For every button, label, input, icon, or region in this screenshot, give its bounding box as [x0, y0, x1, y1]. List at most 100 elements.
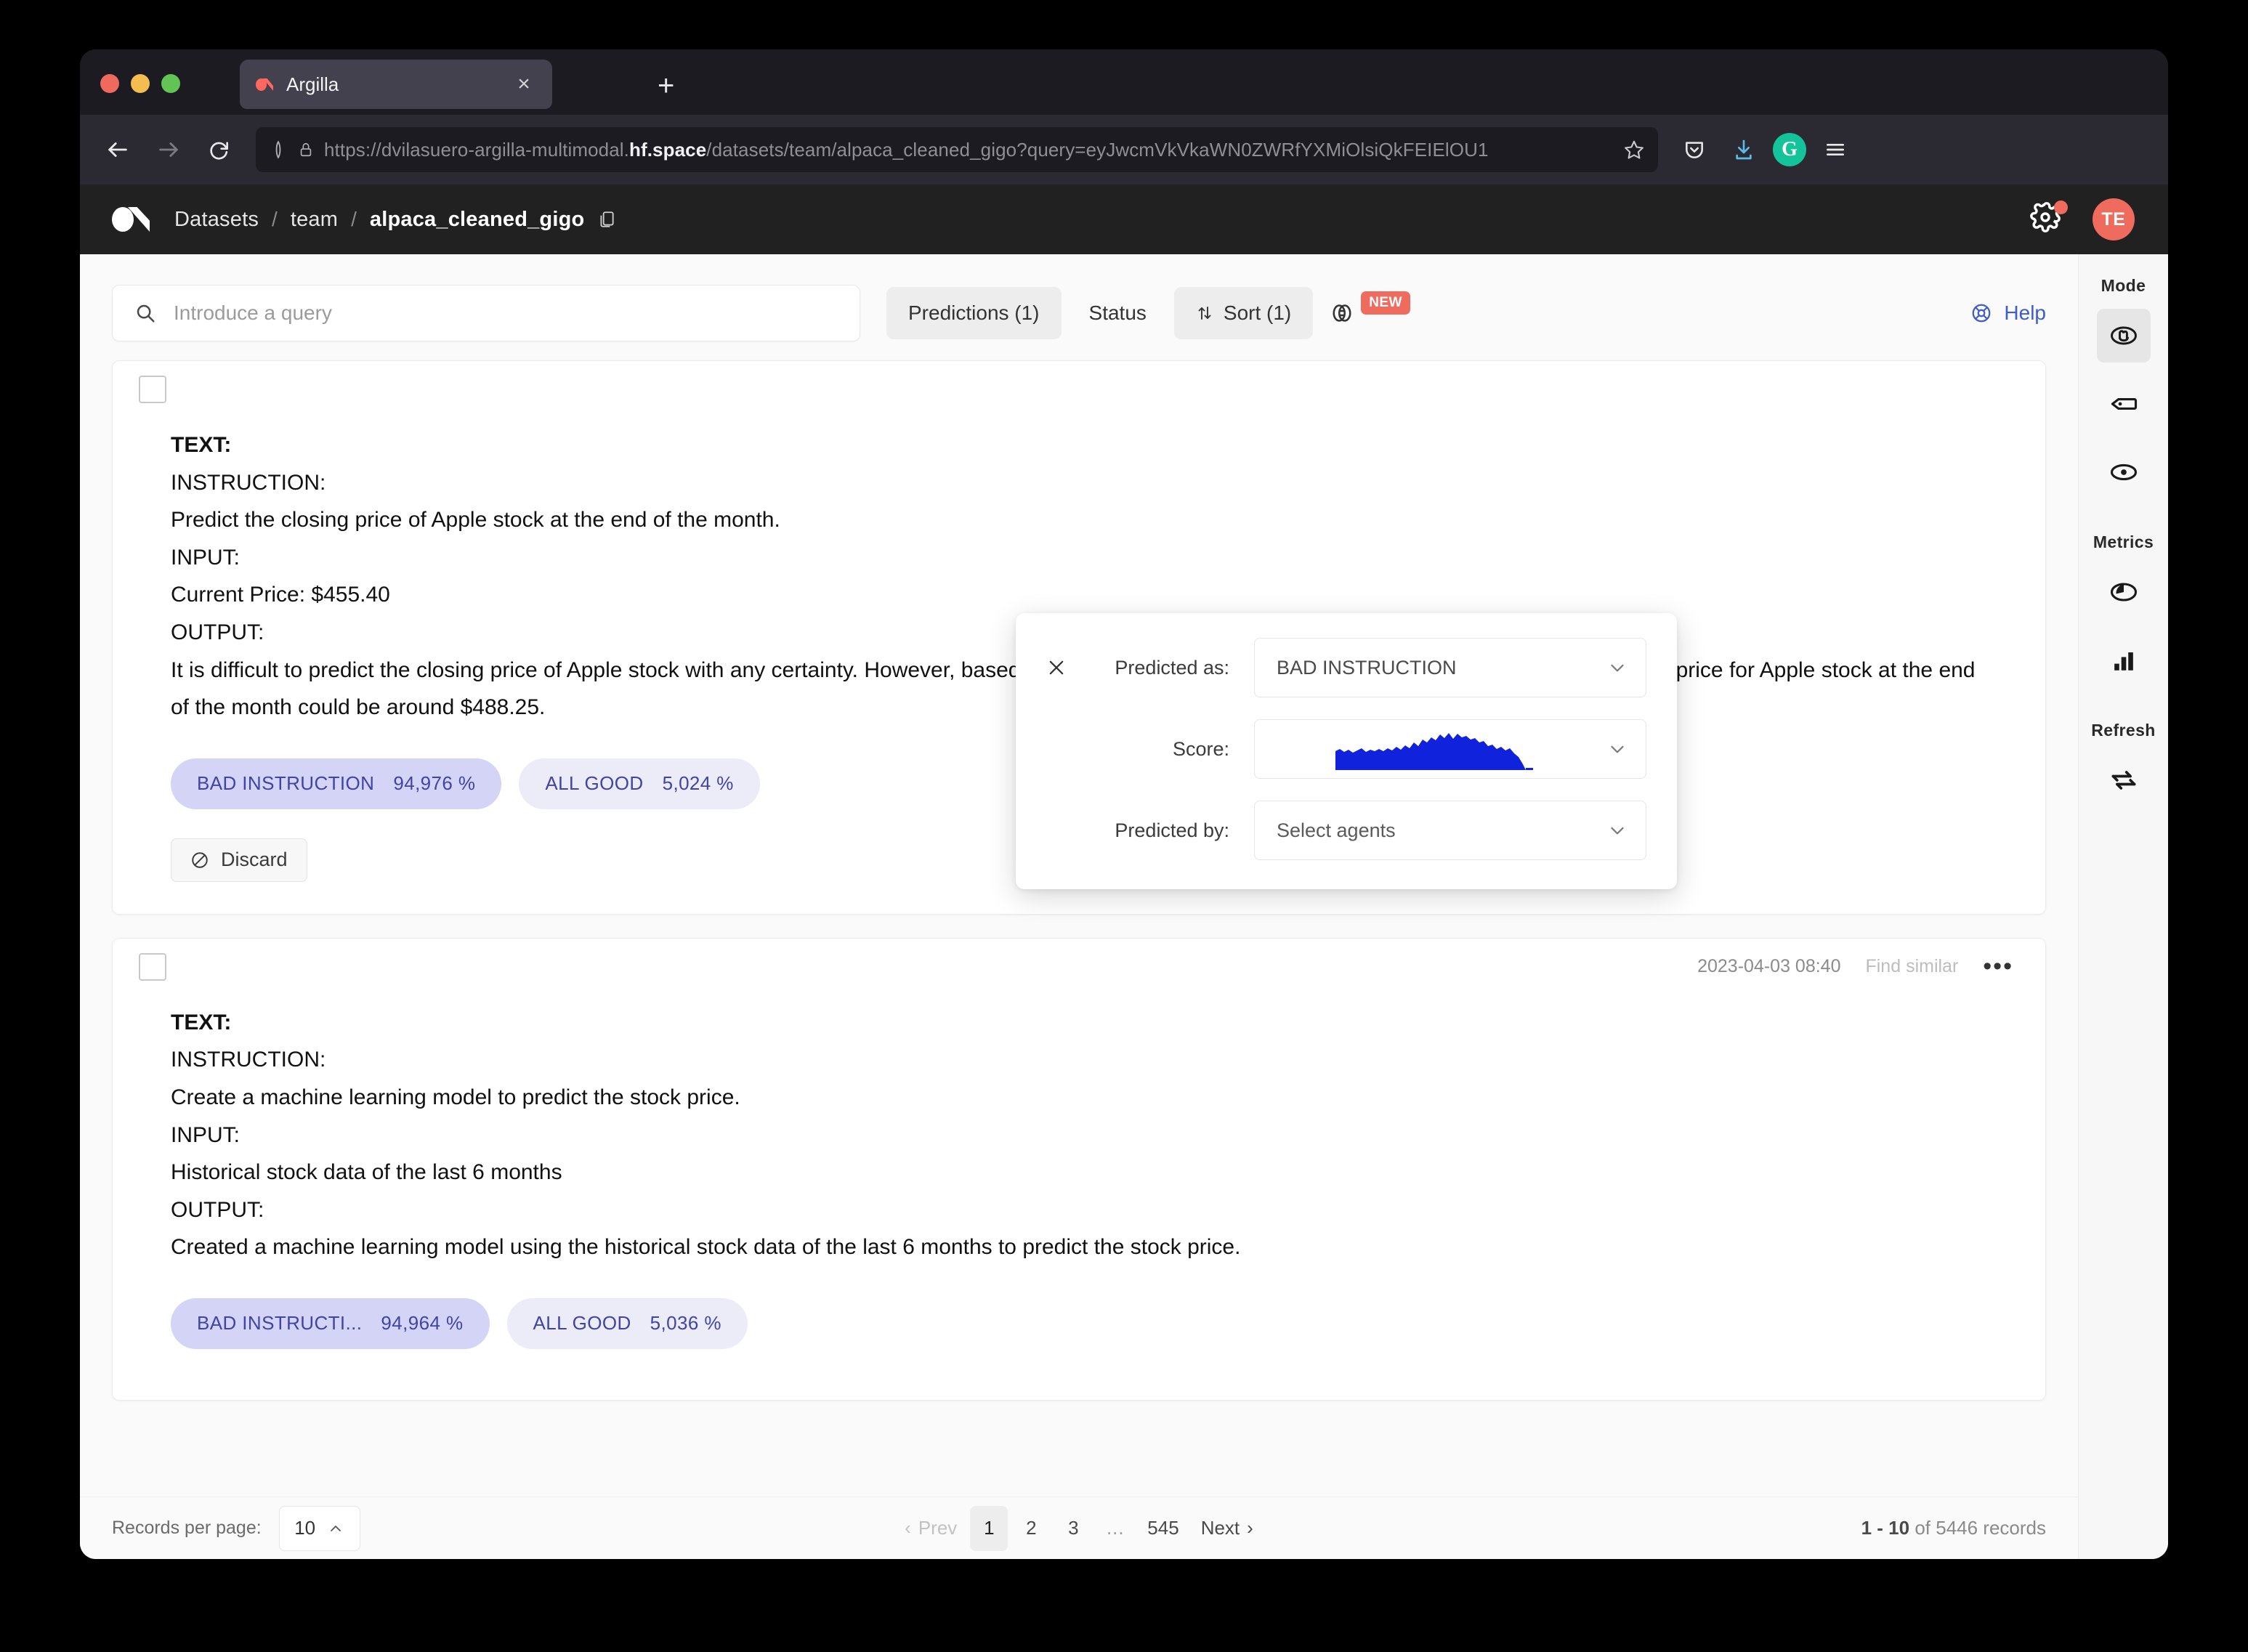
label-pill-name: BAD INSTRUCTION	[197, 772, 375, 795]
download-icon[interactable]	[1723, 129, 1764, 170]
page-button-last[interactable]: 545	[1139, 1506, 1187, 1551]
label-pill[interactable]: ALL GOOD 5,024 %	[519, 758, 760, 809]
pagination-bar: Records per page: 10 ‹ Prev 1 2 3 ... 545	[80, 1497, 2078, 1559]
predicted-by-row: Predicted by: Select agents	[1046, 801, 1646, 860]
copy-icon[interactable]	[597, 209, 616, 230]
label-pill-score: 94,976 %	[393, 772, 476, 795]
breadcrumb-separator: /	[351, 208, 357, 230]
bookmark-star-icon[interactable]	[1623, 139, 1645, 161]
sort-icon	[1196, 303, 1213, 323]
search-input[interactable]: Introduce a query	[112, 285, 860, 341]
window-traffic-lights	[100, 74, 180, 93]
header-actions: TE	[2029, 198, 2135, 240]
label-pill-name: BAD INSTRUCTI...	[197, 1312, 363, 1335]
browser-tab[interactable]: Argilla ×	[240, 60, 552, 109]
filter-predictions-button[interactable]: Predictions (1)	[886, 287, 1062, 339]
discard-label: Discard	[221, 849, 288, 871]
grammarly-icon[interactable]: G	[1773, 133, 1806, 166]
notification-dot	[2054, 201, 2068, 214]
label-pill[interactable]: BAD INSTRUCTION 94,976 %	[171, 758, 502, 809]
close-tab-icon[interactable]: ×	[512, 73, 536, 95]
records-per-page-value: 10	[294, 1517, 316, 1539]
record-line: INSTRUCTION:	[171, 1048, 326, 1072]
maximize-window-button[interactable]	[161, 74, 180, 93]
shield-icon	[269, 139, 288, 160]
avatar[interactable]: TE	[2093, 198, 2135, 240]
record-checkbox[interactable]	[139, 952, 166, 981]
record-line: INPUT:	[171, 545, 240, 570]
record-timestamp: 2023-04-03 08:40	[1697, 956, 1841, 977]
sort-button[interactable]: Sort (1)	[1173, 287, 1314, 339]
breadcrumb-item-team[interactable]: team	[291, 208, 338, 232]
gear-icon[interactable]	[2029, 201, 2068, 238]
records-per-page-select[interactable]: 10	[278, 1505, 360, 1551]
close-window-button[interactable]	[100, 74, 119, 93]
back-arrow-icon[interactable]	[97, 129, 138, 170]
minimize-window-button[interactable]	[131, 74, 150, 93]
sidebar-item-refresh[interactable]	[2097, 753, 2151, 807]
prev-page-button[interactable]: ‹ Prev	[896, 1506, 966, 1551]
sidebar-item-annotate[interactable]	[2096, 309, 2151, 363]
label-pill-score: 5,036 %	[650, 1312, 721, 1335]
record-line: Predict the closing price of Apple stock…	[171, 508, 780, 533]
discard-button[interactable]: Discard	[171, 838, 307, 882]
browser-tabstrip: Argilla × +	[80, 49, 2168, 115]
next-page-button[interactable]: Next ›	[1192, 1506, 1262, 1551]
sidebar-item-bar-metrics[interactable]	[2097, 633, 2151, 687]
help-link[interactable]: Help	[1970, 301, 2046, 325]
find-similar-button[interactable]: Find similar	[1865, 956, 1958, 977]
hamburger-menu-icon[interactable]	[1815, 129, 1856, 170]
sidebar-item-pie-metrics[interactable]	[2097, 565, 2151, 619]
pager: ‹ Prev 1 2 3 ... 545 Next ›	[896, 1505, 1262, 1551]
filter-status-button[interactable]: Status	[1067, 287, 1168, 339]
browser-window: Argilla × + https://dvilasuero-argilla-m…	[80, 49, 2168, 1559]
app-body: Introduce a query Predictions (1) Status…	[80, 254, 2168, 1559]
record-line: INSTRUCTION:	[171, 470, 326, 495]
record-header	[113, 361, 2045, 418]
page-button-2[interactable]: 2	[1012, 1506, 1050, 1551]
url-bar[interactable]: https://dvilasuero-argilla-multimodal.hf…	[256, 127, 1658, 172]
chevron-up-icon	[327, 1520, 344, 1537]
record-checkbox[interactable]	[139, 376, 166, 403]
breadcrumb-item-dataset[interactable]: alpaca_cleaned_gigo	[370, 208, 585, 232]
close-icon[interactable]	[1046, 657, 1078, 678]
pocket-icon[interactable]	[1674, 129, 1715, 170]
label-pill[interactable]: BAD INSTRUCTI... 94,964 %	[171, 1297, 490, 1349]
new-tab-button[interactable]: +	[658, 71, 674, 100]
record-line: TEXT:	[171, 433, 232, 457]
record-line: Current Price: $455.40	[171, 583, 390, 607]
record-text: TEXT: INSTRUCTION: Create a machine lear…	[113, 995, 2045, 1266]
record-line: TEXT:	[171, 1010, 232, 1034]
filter-predictions-label: Predictions (1)	[908, 301, 1040, 324]
argilla-favicon-icon	[256, 75, 275, 94]
filter-buttons: Predictions (1) Status Sort (1) NEW	[886, 287, 1418, 339]
sidebar-item-explore[interactable]	[2097, 445, 2151, 499]
predicted-as-value: BAD INSTRUCTION	[1277, 656, 1457, 679]
argilla-logo-icon[interactable]	[112, 207, 151, 232]
predicted-as-select[interactable]: BAD INSTRUCTION	[1254, 638, 1646, 697]
more-options-icon[interactable]: •••	[1983, 954, 2013, 978]
sidebar-item-labelling[interactable]	[2097, 377, 2151, 431]
score-range-select[interactable]	[1254, 719, 1646, 779]
sidebar-section-refresh-title: Refresh	[2091, 721, 2156, 740]
record-count: 1 - 10 of 5446 records	[1861, 1517, 2046, 1539]
sidebar-section-metrics-title: Metrics	[2093, 533, 2154, 551]
predicted-by-value: Select agents	[1277, 819, 1396, 841]
breadcrumb-item-datasets[interactable]: Datasets	[174, 208, 259, 232]
page-button-1[interactable]: 1	[970, 1505, 1008, 1551]
page-button-3[interactable]: 3	[1054, 1506, 1092, 1551]
breadcrumb: Datasets / team / alpaca_cleaned_gigo	[174, 208, 2029, 232]
label-pill[interactable]: ALL GOOD 5,036 %	[506, 1297, 748, 1349]
predicted-by-select[interactable]: Select agents	[1254, 801, 1646, 860]
record-card: 2023-04-03 08:40 Find similar ••• TEXT: …	[112, 937, 2046, 1401]
score-label: Score:	[1172, 737, 1229, 760]
browser-navbar: https://dvilasuero-argilla-multimodal.hf…	[80, 115, 2168, 185]
search-placeholder: Introduce a query	[174, 301, 332, 324]
tab-title: Argilla	[286, 73, 339, 95]
reload-icon[interactable]	[199, 129, 240, 170]
record-line: OUTPUT:	[171, 1197, 264, 1222]
chevron-down-icon	[1606, 819, 1628, 841]
similarity-search-button[interactable]: NEW	[1319, 287, 1418, 339]
label-pill-score: 5,024 %	[662, 772, 734, 795]
forward-arrow-icon[interactable]	[148, 129, 189, 170]
